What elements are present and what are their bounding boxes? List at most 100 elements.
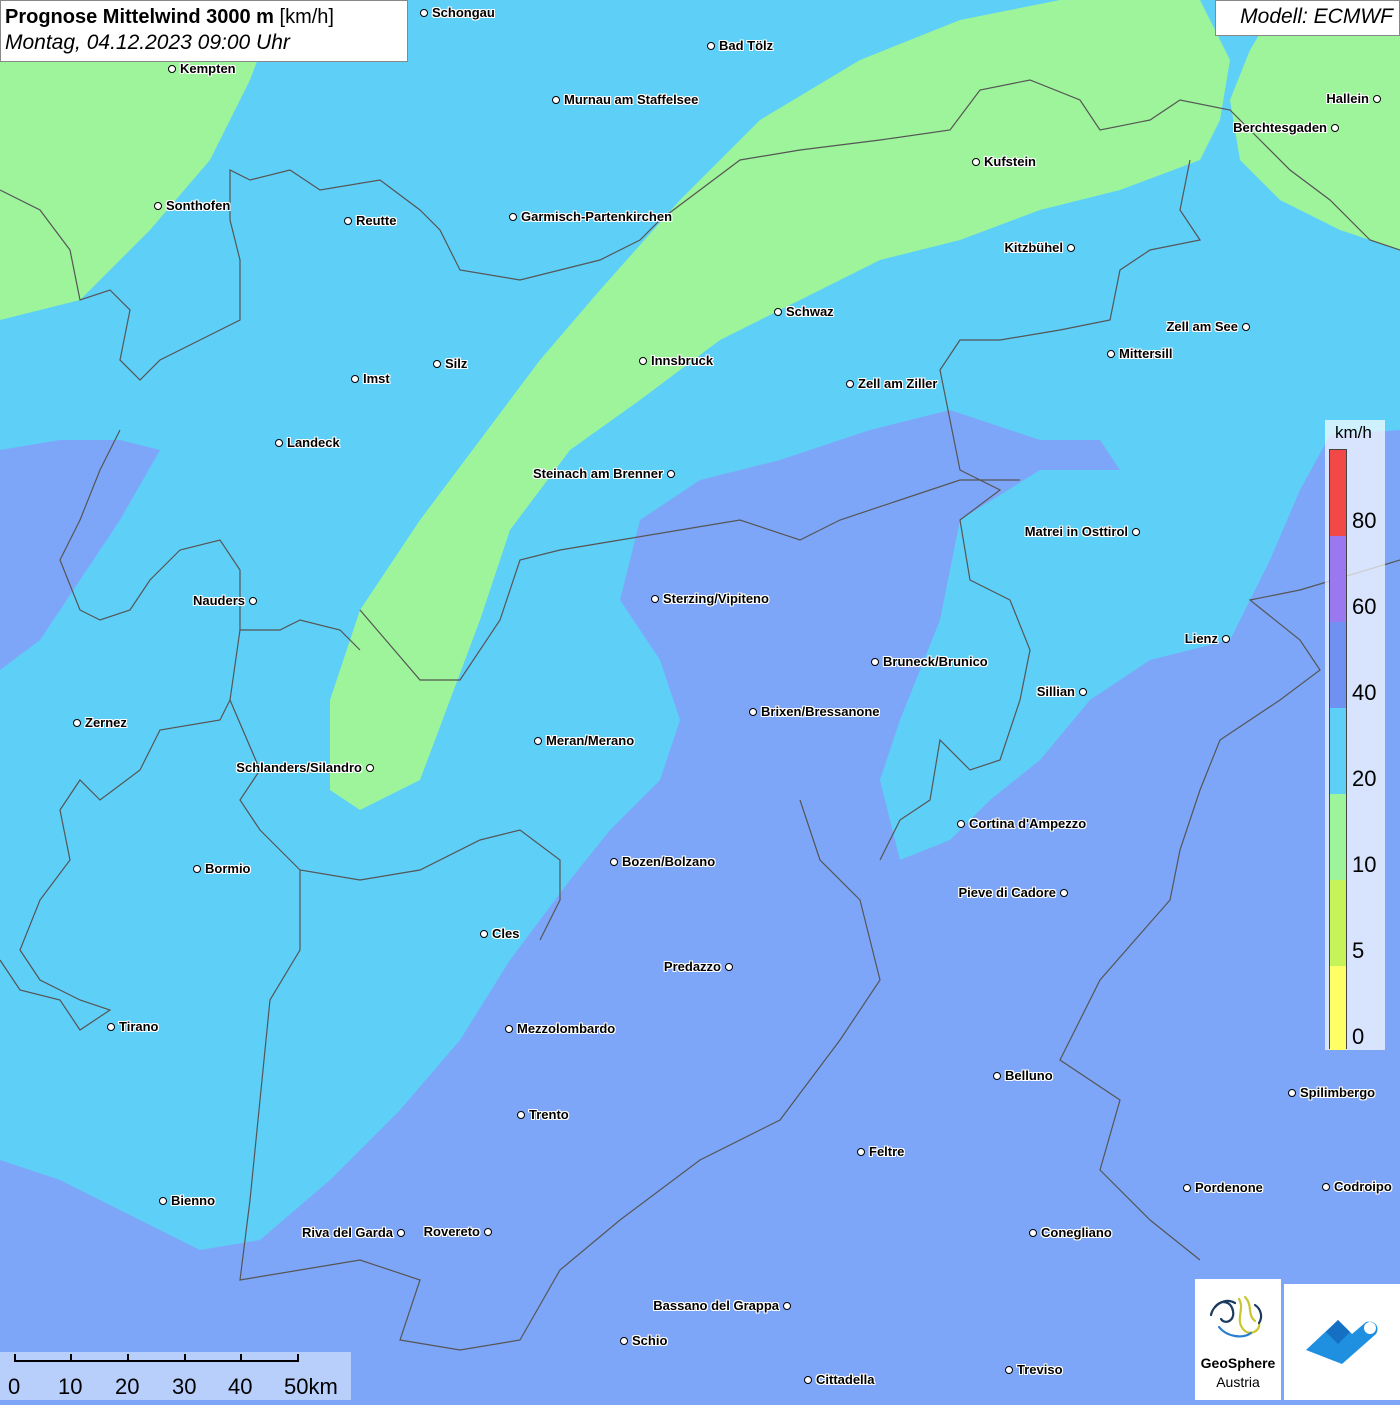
city-label: Steinach am Brenner <box>532 466 663 481</box>
city-dot-icon <box>484 1228 492 1236</box>
city-label: Lienz <box>1184 631 1218 646</box>
city-dot-icon <box>1060 889 1068 897</box>
geosphere-logo[interactable]: GeoSphere Austria <box>1195 1279 1281 1400</box>
legend-tick-5: 5 <box>1352 938 1365 963</box>
city-label: Silz <box>445 356 468 371</box>
map-subtitle: Montag, 04.12.2023 09:00 Uhr <box>5 31 290 54</box>
city-dot-icon <box>154 202 162 210</box>
city-dot-icon <box>1373 95 1381 103</box>
city-label: Landeck <box>287 435 340 450</box>
city-label: Kitzbühel <box>1004 240 1064 255</box>
weather-app-logo[interactable] <box>1284 1284 1400 1400</box>
city-label: Reutte <box>356 213 397 228</box>
scale-bar: 0 10 20 30 40 50km <box>0 1352 351 1400</box>
city-dot-icon <box>804 1376 812 1384</box>
city-label: Mittersill <box>1119 346 1173 361</box>
city-dot-icon <box>1242 323 1250 331</box>
city-label: Conegliano <box>1041 1225 1112 1240</box>
city-dot-icon <box>193 865 201 873</box>
city-label: Zernez <box>85 715 127 730</box>
city-dot-icon <box>749 708 757 716</box>
city-dot-icon <box>1322 1183 1330 1191</box>
city-dot-icon <box>366 764 374 772</box>
legend-bar <box>1329 449 1347 1050</box>
city-dot-icon <box>73 719 81 727</box>
city-dot-icon <box>168 65 176 73</box>
city-dot-icon <box>774 308 782 316</box>
city-dot-icon <box>993 1072 1001 1080</box>
city-label: Imst <box>363 371 390 386</box>
legend-seg-80plus <box>1330 450 1346 536</box>
model-label: Modell: ECMWF <box>1215 0 1400 36</box>
city-label: Innsbruck <box>651 353 714 368</box>
city-label: Zell am See <box>1166 319 1238 334</box>
legend-tick-60: 60 <box>1352 594 1377 619</box>
city-label: Pordenone <box>1195 1180 1263 1195</box>
city-dot-icon <box>517 1111 525 1119</box>
city-dot-icon <box>707 42 715 50</box>
city-dot-icon <box>725 963 733 971</box>
city-label: Bassano del Grappa <box>653 1298 779 1313</box>
city-dot-icon <box>249 597 257 605</box>
city-dot-icon <box>107 1023 115 1031</box>
legend-seg-20-40 <box>1330 708 1346 794</box>
city-dot-icon <box>871 658 879 666</box>
city-dot-icon <box>1067 244 1075 252</box>
map-title: Prognose Mittelwind 3000 m <box>5 6 274 28</box>
city-label: Murnau am Staffelsee <box>564 92 699 107</box>
scale-label-50km: 50km <box>284 1374 338 1399</box>
city-label: Berchtesgaden <box>1233 120 1327 135</box>
city-label: Pieve di Cadore <box>958 885 1056 900</box>
legend-unit: km/h <box>1335 423 1372 442</box>
city-label: Bienno <box>171 1193 216 1208</box>
geosphere-country: Austria <box>1216 1374 1260 1390</box>
city-label: Kufstein <box>984 154 1036 169</box>
city-dot-icon <box>505 1025 513 1033</box>
city-dot-icon <box>639 357 647 365</box>
city-dot-icon <box>344 217 352 225</box>
city-dot-icon <box>1331 124 1339 132</box>
legend-tick-40: 40 <box>1352 680 1377 705</box>
city-dot-icon <box>420 9 428 17</box>
city-label: Trento <box>529 1107 569 1122</box>
city-dot-icon <box>972 158 980 166</box>
city-label: Hallein <box>1326 91 1369 106</box>
city-dot-icon <box>857 1148 865 1156</box>
city-label: Zell am Ziller <box>858 376 938 391</box>
city-dot-icon <box>1132 528 1140 536</box>
legend-seg-60-80 <box>1330 536 1346 622</box>
city-dot-icon <box>480 930 488 938</box>
city-dot-icon <box>667 470 675 478</box>
city-label: Nauders <box>192 593 245 608</box>
city-label: Treviso <box>1017 1362 1063 1377</box>
city-dot-icon <box>1288 1089 1296 1097</box>
legend-tick-20: 20 <box>1352 766 1377 791</box>
city-dot-icon <box>433 360 441 368</box>
city-dot-icon <box>620 1337 628 1345</box>
city-dot-icon <box>509 213 517 221</box>
city-label: Belluno <box>1005 1068 1053 1083</box>
city-label: Cortina d'Ampezzo <box>969 816 1087 831</box>
city-dot-icon <box>1029 1229 1037 1237</box>
city-dot-icon <box>783 1302 791 1310</box>
city-label: Schio <box>632 1333 668 1348</box>
city-label: Rovereto <box>423 1224 480 1239</box>
city-dot-icon <box>846 380 854 388</box>
scale-label-10: 10 <box>58 1374 83 1399</box>
city-label: Riva del Garda <box>301 1225 393 1240</box>
city-label: Schlanders/Silandro <box>236 760 362 775</box>
city-label: Sonthofen <box>166 198 231 213</box>
scale-label-40: 40 <box>228 1374 253 1399</box>
city-label: Bruneck/Brunico <box>883 654 988 669</box>
city-dot-icon <box>1222 635 1230 643</box>
city-label: Bad Tölz <box>719 38 774 53</box>
map-unit: [km/h] <box>273 6 334 28</box>
city-dot-icon <box>610 858 618 866</box>
scale-label-30: 30 <box>172 1374 197 1399</box>
color-legend: km/h 80 60 40 20 10 5 0 <box>1325 420 1385 1050</box>
city-label: Garmisch-Partenkirchen <box>521 209 673 224</box>
city-label: Bormio <box>205 861 251 876</box>
city-label: Matrei in Osttirol <box>1024 524 1128 539</box>
legend-seg-40-60 <box>1330 622 1346 708</box>
city-label: Feltre <box>869 1144 905 1159</box>
